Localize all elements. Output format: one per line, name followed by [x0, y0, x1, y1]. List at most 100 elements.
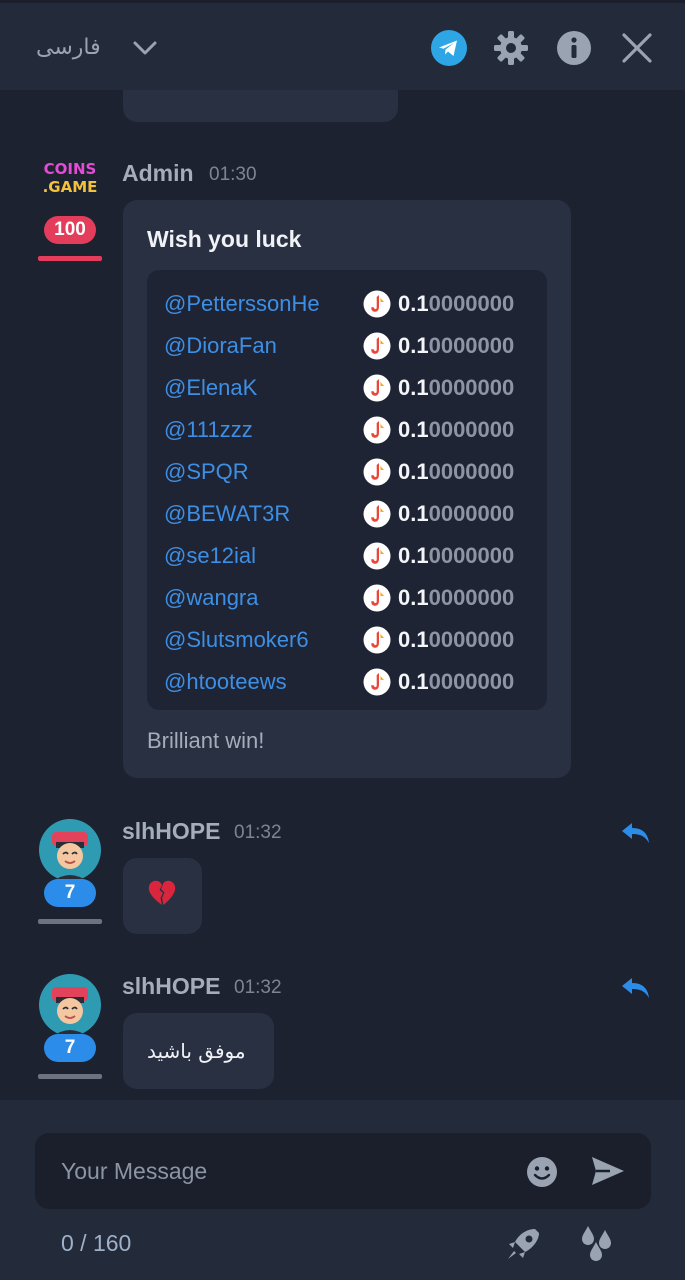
rain-row: @BEWAT3R 0.10000000: [147, 495, 547, 537]
reply-icon[interactable]: [620, 975, 652, 1001]
rain-row: @SPQR 0.10000000: [147, 453, 547, 495]
amount-main: 0.1: [398, 375, 429, 400]
amount-main: 0.1: [398, 543, 429, 568]
message-author[interactable]: slhHOPE: [122, 973, 220, 1000]
rain-username[interactable]: @BEWAT3R: [164, 501, 290, 527]
amount-tail: 0000000: [428, 333, 515, 358]
rain-row: @PetterssonHe 0.10000000: [147, 285, 547, 327]
coin-icon: [363, 290, 391, 318]
message-footer: Brilliant win!: [147, 728, 265, 753]
message-bubble: موفق باشید: [123, 1013, 274, 1089]
rain-username[interactable]: @DioraFan: [164, 333, 277, 359]
rain-username[interactable]: @Slutsmoker6: [164, 627, 309, 653]
rain-username[interactable]: @SPQR: [164, 459, 249, 485]
gear-icon[interactable]: [492, 29, 530, 67]
message-feed[interactable]: COINS .GAME 100 Admin 01:30 Wish you luc…: [0, 90, 685, 1100]
rain-row: @se12ial 0.10000000: [147, 537, 547, 579]
coin-icon: [363, 542, 391, 570]
rain-amount: 0.10000000: [398, 669, 514, 695]
amount-main: 0.1: [398, 291, 429, 316]
level-bar: [38, 919, 102, 924]
coin-icon: [363, 332, 391, 360]
coin-icon: [363, 668, 391, 696]
broken-heart-emoji: [148, 880, 176, 905]
amount-tail: 0000000: [428, 669, 515, 694]
amount-main: 0.1: [398, 333, 429, 358]
rain-row: @htooteews 0.10000000: [147, 663, 547, 705]
message-time: 01:30: [209, 164, 257, 185]
amount-main: 0.1: [398, 459, 429, 484]
rain-username[interactable]: @htooteews: [164, 669, 287, 695]
close-icon[interactable]: [618, 29, 656, 67]
level-badge: 100: [44, 216, 96, 244]
previous-message-bubble: [123, 90, 398, 122]
reply-icon[interactable]: [620, 820, 652, 846]
level-bar: [38, 256, 102, 261]
amount-main: 0.1: [398, 627, 429, 652]
amount-main: 0.1: [398, 669, 429, 694]
coin-icon: [363, 416, 391, 444]
coins-game-logo: COINS .GAME: [42, 160, 98, 196]
rain-row: @DioraFan 0.10000000: [147, 327, 547, 369]
send-icon[interactable]: [590, 1155, 626, 1187]
coin-icon: [363, 584, 391, 612]
rain-username[interactable]: @PetterssonHe: [164, 291, 320, 317]
rain-row: @ElenaK 0.10000000: [147, 369, 547, 411]
level-bar: [38, 1074, 102, 1079]
message-bubble: Wish you luck @PetterssonHe 0.10000000 @Di…: [123, 200, 571, 778]
amount-main: 0.1: [398, 417, 429, 442]
user-avatar-icon: [39, 974, 101, 1037]
telegram-icon[interactable]: [430, 29, 468, 67]
rain-username[interactable]: @se12ial: [164, 543, 256, 569]
user-avatar[interactable]: 7: [38, 818, 102, 924]
user-avatar-icon: [39, 819, 101, 882]
rain-amount: 0.10000000: [398, 501, 514, 527]
rain-row: @Slutsmoker6 0.10000000: [147, 621, 547, 663]
language-selector[interactable]: فارسی: [36, 35, 101, 60]
rain-amount: 0.10000000: [398, 459, 514, 485]
message-input[interactable]: [61, 1151, 501, 1191]
message-text: موفق باشید: [147, 1039, 246, 1063]
rain-username[interactable]: @wangra: [164, 585, 259, 611]
rain-row: @wangra 0.10000000: [147, 579, 547, 621]
amount-tail: 0000000: [428, 417, 515, 442]
rain-username[interactable]: @111zzz: [164, 417, 253, 443]
chat-header: فارسی: [0, 0, 685, 90]
coin-icon: [363, 626, 391, 654]
rain-drops-icon[interactable]: [577, 1224, 617, 1262]
message-author[interactable]: Admin: [122, 160, 194, 187]
rain-amount: 0.10000000: [398, 585, 514, 611]
amount-tail: 0000000: [428, 585, 515, 610]
emoji-picker-icon[interactable]: [525, 1155, 559, 1189]
amount-main: 0.1: [398, 585, 429, 610]
character-counter: 0 / 160: [61, 1230, 132, 1256]
rain-winners-list: @PetterssonHe 0.10000000 @DioraFan 0.100000…: [147, 270, 547, 710]
user-avatar[interactable]: 7: [38, 973, 102, 1079]
amount-tail: 0000000: [428, 627, 515, 652]
message-bubble: [123, 858, 202, 934]
rain-amount: 0.10000000: [398, 543, 514, 569]
rain-amount: 0.10000000: [398, 291, 514, 317]
amount-tail: 0000000: [428, 501, 515, 526]
level-badge: 7: [44, 879, 96, 907]
amount-tail: 0000000: [428, 375, 515, 400]
rain-amount: 0.10000000: [398, 627, 514, 653]
coin-icon: [363, 500, 391, 528]
chevron-down-icon[interactable]: [132, 39, 158, 57]
coin-icon: [363, 374, 391, 402]
message-author[interactable]: slhHOPE: [122, 818, 220, 845]
rain-username[interactable]: @ElenaK: [164, 375, 257, 401]
rocket-icon[interactable]: [505, 1226, 543, 1262]
coin-icon: [363, 458, 391, 486]
message-input-wrap: [35, 1133, 651, 1209]
message-time: 01:32: [234, 822, 282, 843]
amount-tail: 0000000: [428, 291, 515, 316]
rain-amount: 0.10000000: [398, 375, 514, 401]
amount-tail: 0000000: [428, 543, 515, 568]
message-time: 01:32: [234, 977, 282, 998]
message-title: Wish you luck: [147, 226, 302, 252]
admin-avatar[interactable]: COINS .GAME 100: [38, 160, 102, 261]
message-composer: 0 / 160: [0, 1100, 685, 1280]
rain-amount: 0.10000000: [398, 417, 514, 443]
info-icon[interactable]: [555, 29, 593, 67]
